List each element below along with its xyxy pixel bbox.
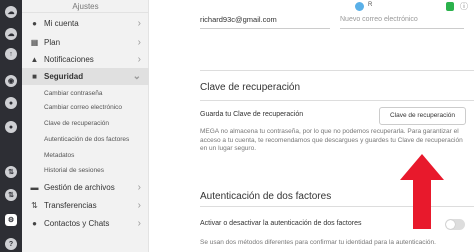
settings-content: R ⓘ richard93c@gmail.com Nuevo correo el… [150, 0, 474, 252]
info-icon[interactable]: ⓘ [460, 1, 468, 12]
sidebar-item-label: Seguridad [44, 72, 84, 81]
chevron-right-icon: › [137, 54, 141, 65]
chevron-down-icon: ⌄ [132, 71, 141, 82]
lock-icon: ■ [32, 72, 37, 81]
chevron-right-icon: › [137, 182, 141, 193]
twofa-toggle[interactable] [445, 219, 465, 230]
settings-sidebar: Ajustes ● Mi cuenta › ▦ Plan › ▲ Notific… [22, 0, 149, 252]
sidebar-subitem-metadata[interactable]: Metadatos [44, 150, 74, 162]
recovery-description: MEGA no almacena tu contraseña, por lo q… [200, 128, 463, 152]
user-initial-badge: R [368, 2, 373, 8]
chevron-right-icon: › [137, 218, 141, 229]
sidebar-item-label: Mi cuenta [44, 19, 79, 28]
sidebar-subitem-two-factor[interactable]: Autenticación de dos factores [44, 134, 129, 146]
transfer-icon[interactable]: ⇅ [5, 166, 17, 178]
divider [200, 100, 474, 101]
left-icon-rail: ☁ ☁ ↑ ◉ ● ● ⇅ ⇅ ⚙ ? [0, 0, 22, 252]
sidebar-subitem-session-history[interactable]: Historial de sesiones [44, 165, 104, 177]
bell-icon: ▲ [30, 55, 39, 64]
sidebar-subitem-recovery-key[interactable]: Clave de recuperación [44, 118, 109, 130]
settings-window: ☁ ☁ ↑ ◉ ● ● ⇅ ⇅ ⚙ ? Ajustes ● Mi cuenta … [0, 0, 474, 252]
sidebar-item-label: Notificaciones [44, 55, 94, 64]
user-icon: ● [32, 19, 37, 28]
sidebar-item-notifications[interactable]: ▲ Notificaciones › [22, 51, 149, 68]
chevron-right-icon: › [137, 37, 141, 48]
users-icon[interactable]: ● [5, 97, 17, 109]
new-email-underline [340, 28, 464, 29]
sidebar-subitem-change-password[interactable]: Cambiar contraseña [44, 88, 103, 100]
mega-icon[interactable]: ⇅ [5, 189, 17, 201]
top-bar: R ⓘ [150, 0, 474, 13]
sidebar-item-label: Gestión de archivos [44, 183, 115, 192]
chat-icon[interactable]: ● [5, 121, 17, 133]
folder-icon: ▬ [30, 183, 39, 192]
settings-icon[interactable]: ⚙ [5, 214, 17, 226]
sidebar-item-label: Transferencias [44, 201, 97, 210]
chevron-right-icon: › [137, 18, 141, 29]
sidebar-item-security[interactable]: ■ Seguridad ⌄ [22, 68, 149, 85]
sidebar-item-transfers[interactable]: ⇅ Transferencias › [22, 197, 149, 214]
upload-icon[interactable]: ↑ [5, 48, 17, 60]
sidebar-title: Ajustes [22, 0, 149, 13]
new-email-input[interactable]: Nuevo correo electrónico [340, 16, 418, 23]
cloud-drive-icon[interactable]: ☁ [5, 28, 17, 40]
grid-icon: ▦ [30, 38, 39, 47]
recovery-key-button[interactable]: Clave de recuperación [379, 107, 466, 125]
chat-icon: ● [32, 219, 37, 228]
avatar[interactable] [355, 2, 364, 11]
sidebar-item-label: Plan [44, 38, 61, 47]
help-icon[interactable]: ? [5, 238, 17, 250]
current-email-underline [200, 28, 330, 29]
cloud-icon[interactable]: ☁ [5, 6, 17, 18]
shield-icon[interactable] [446, 2, 454, 11]
recovery-section-title: Clave de recuperación [200, 82, 301, 93]
divider [200, 70, 474, 71]
twofa-description: Se usan dos métodos diferentes para conf… [200, 239, 436, 246]
twofa-section-title: Autenticación de dos factores [200, 191, 332, 202]
sidebar-item-my-account[interactable]: ● Mi cuenta › [22, 15, 149, 32]
twofa-label: Activar o desactivar la autenticación de… [200, 220, 362, 227]
sidebar-item-file-management[interactable]: ▬ Gestión de archivos › [22, 179, 149, 196]
current-email: richard93c@gmail.com [200, 15, 277, 24]
sidebar-subitem-change-email[interactable]: Cambiar correo electrónico [44, 102, 122, 114]
sidebar-item-contacts-chats[interactable]: ● Contactos y Chats › [22, 215, 149, 232]
camera-icon[interactable]: ◉ [5, 75, 17, 87]
toggle-knob [446, 220, 455, 229]
transfer-icon: ⇅ [31, 201, 38, 210]
chevron-right-icon: › [137, 200, 141, 211]
sidebar-item-plan[interactable]: ▦ Plan › [22, 34, 149, 51]
recovery-label: Guarda tu Clave de recuperación [200, 111, 304, 118]
red-arrow-up-icon [400, 154, 444, 229]
sidebar-item-label: Contactos y Chats [44, 219, 110, 228]
